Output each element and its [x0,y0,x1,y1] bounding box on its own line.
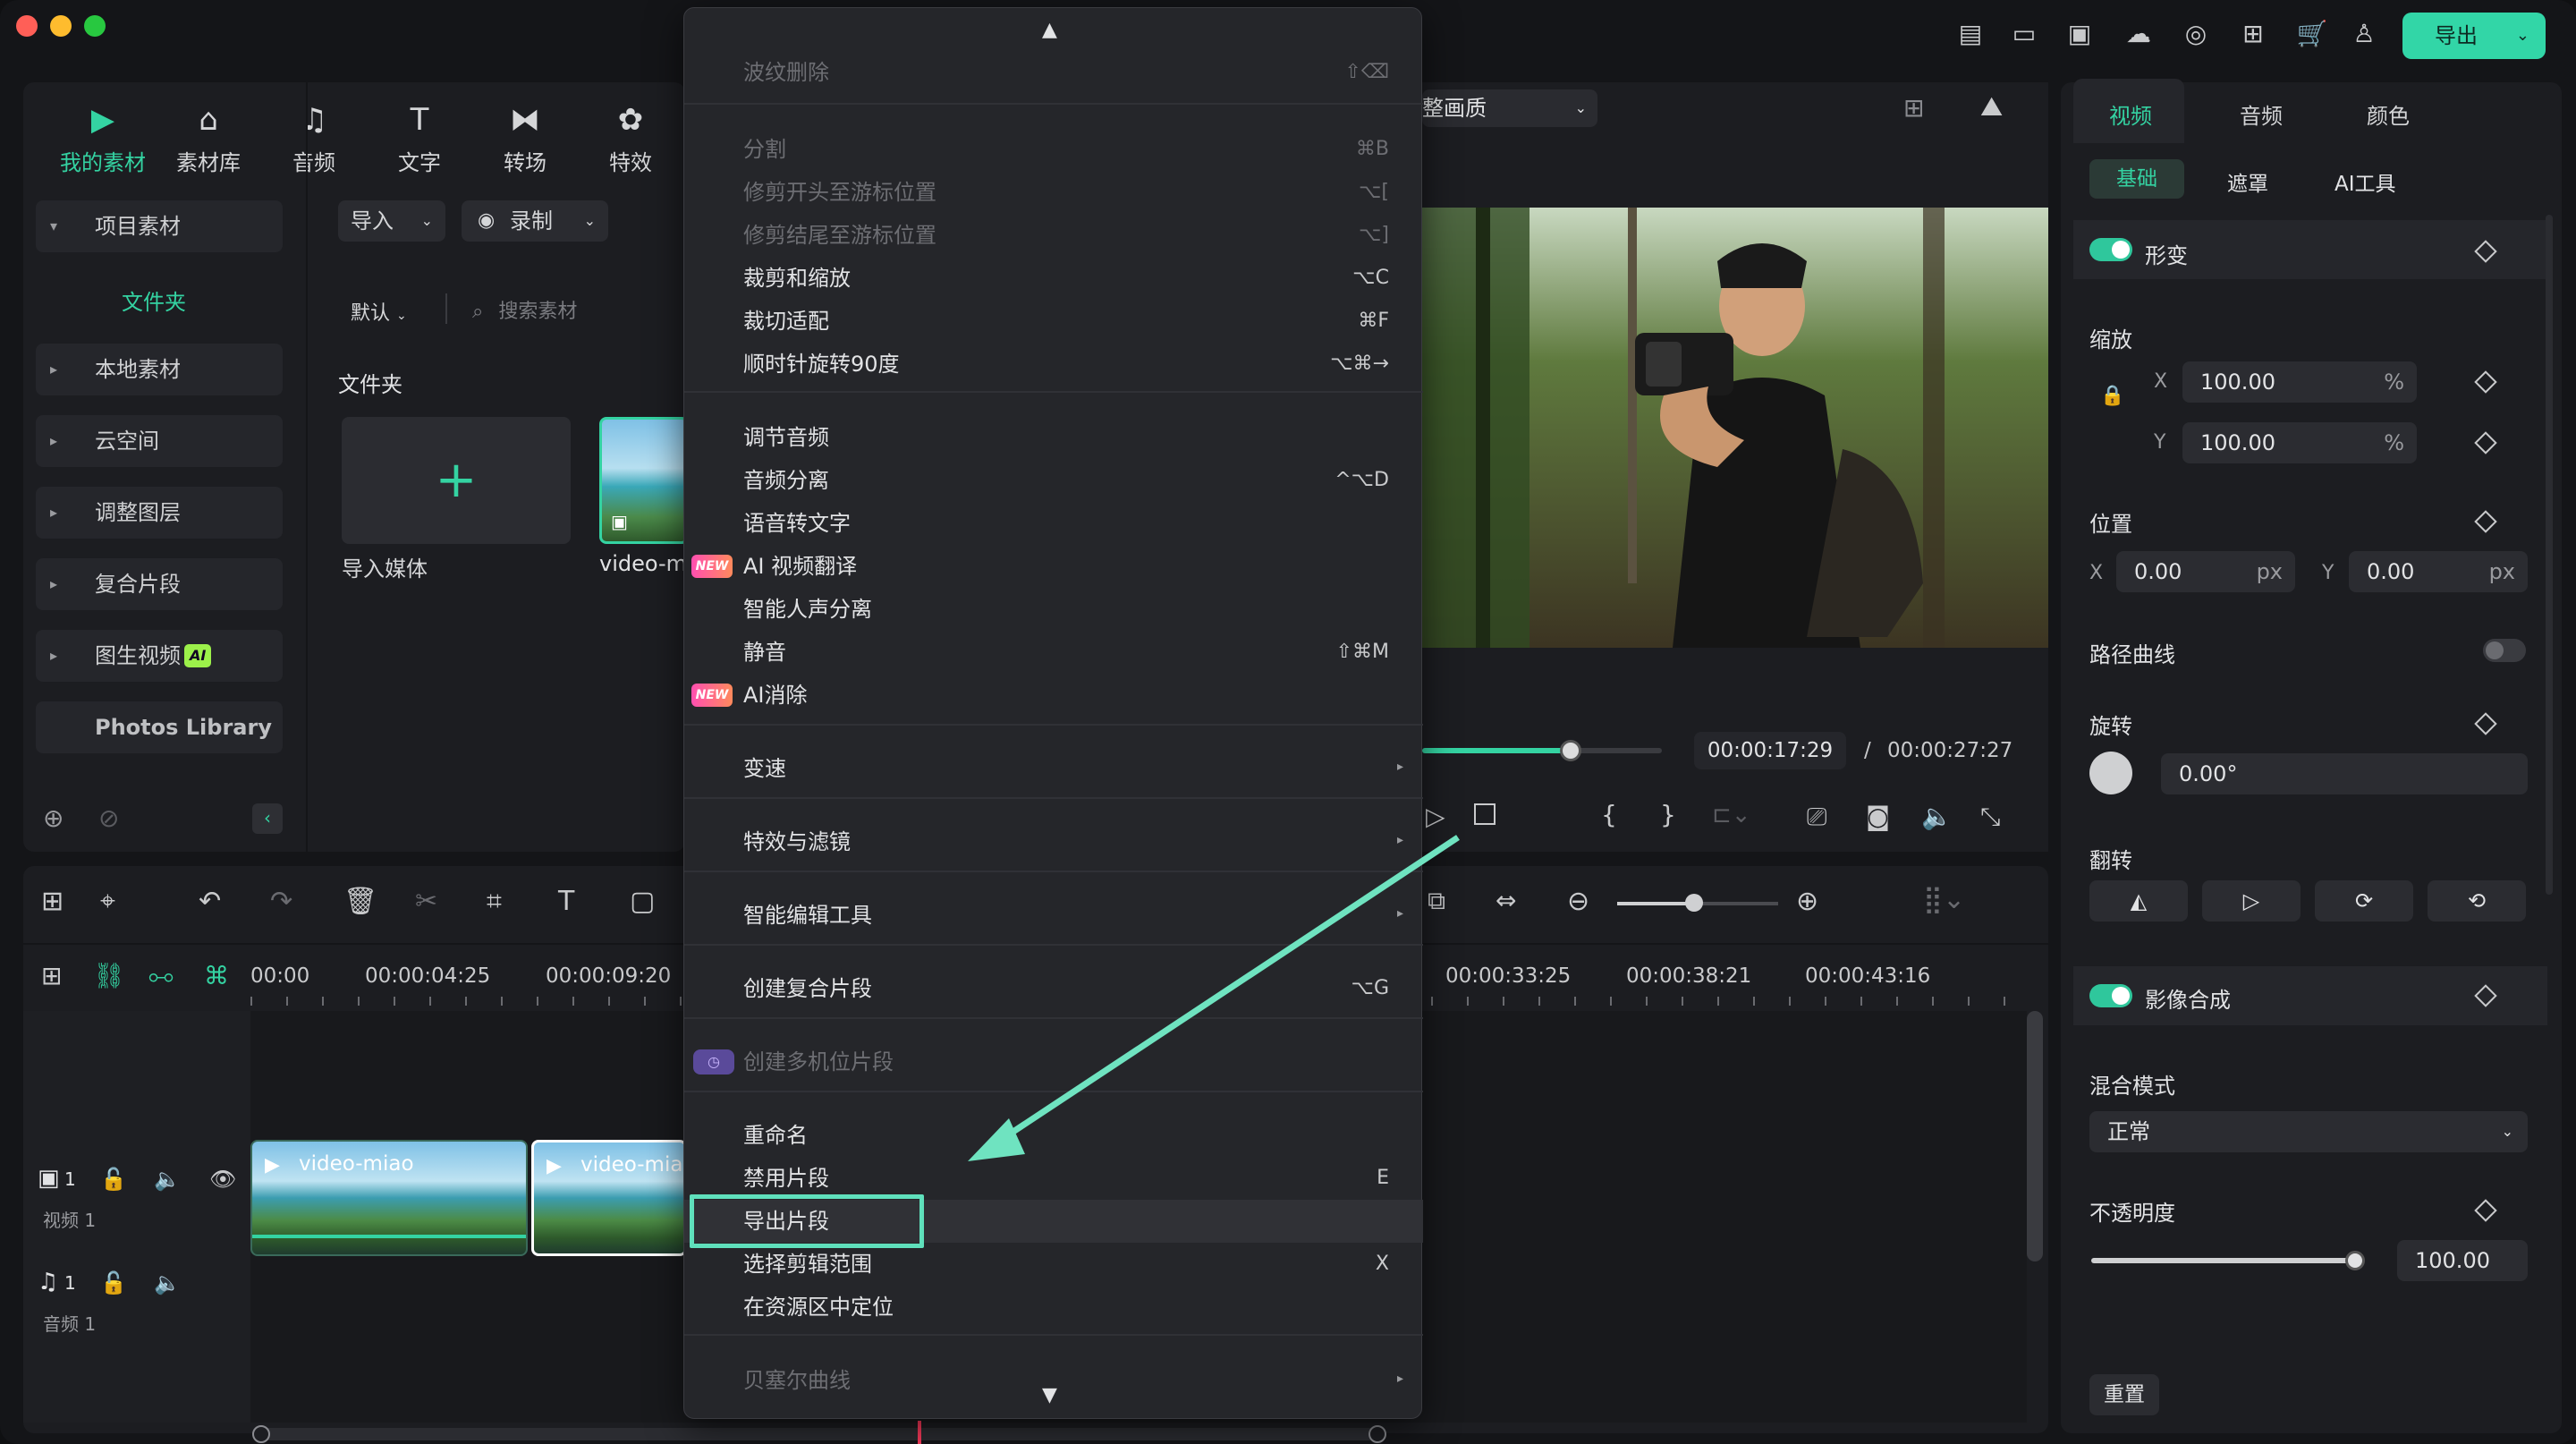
app-window: ▤ ▭ ▣ ☁ ◎ ⊞ 🛒 ♙ 导出 ⌄ ▶ 我的素材 ⌂ 素材库 ♫ 音频 T… [0,0,2576,1444]
annotation-arrow [968,835,1460,1161]
